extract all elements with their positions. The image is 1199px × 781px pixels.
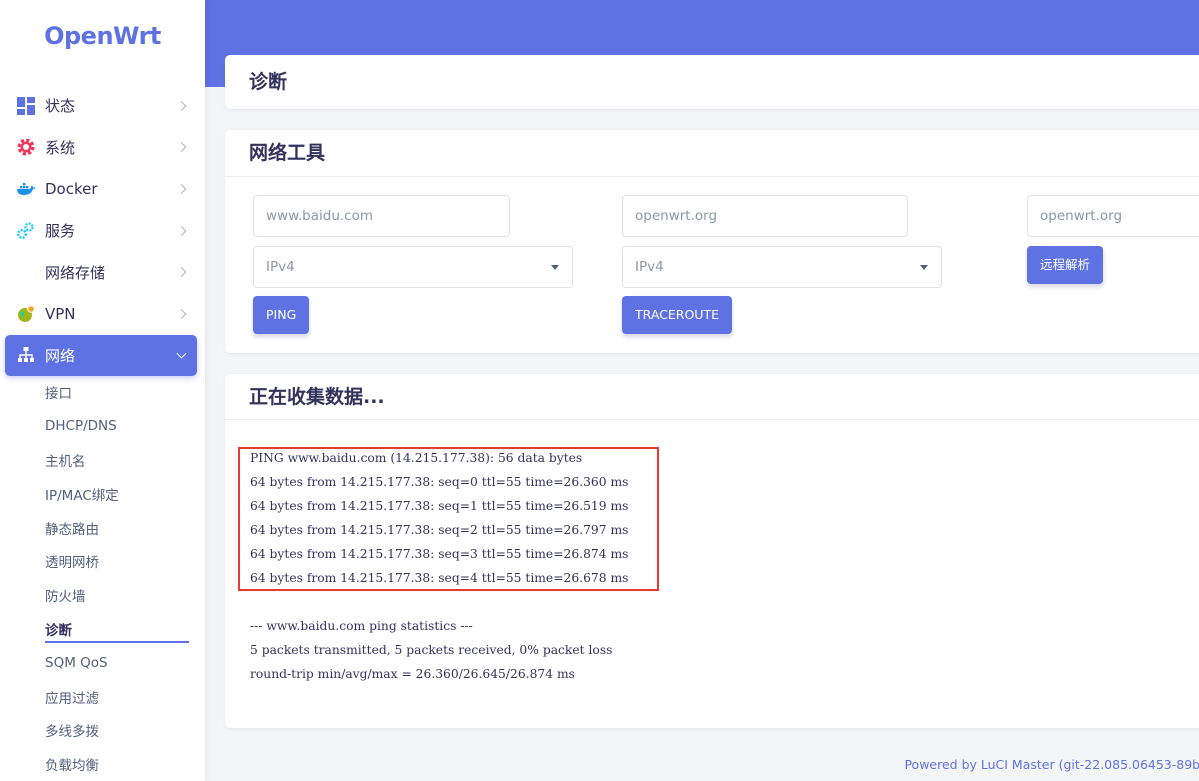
caret-down-icon xyxy=(551,265,559,270)
nslookup-host-input[interactable] xyxy=(1027,195,1199,237)
submenu-item-dhcp-dns[interactable]: DHCP/DNS xyxy=(0,409,205,443)
traceroute-protocol-select[interactable]: IPv4 xyxy=(622,246,942,288)
submenu-item-load-balancing[interactable]: 负载均衡 xyxy=(0,747,205,781)
ping-button[interactable]: PING xyxy=(253,296,310,334)
output-line: 5 packets transmitted, 5 packets receive… xyxy=(250,643,613,657)
submenu-item-multiwan-dial[interactable]: 多线多拨 xyxy=(0,714,205,748)
nslookup-tool: 远程解析 xyxy=(1027,195,1199,284)
globe-icon xyxy=(16,304,36,324)
gear-icon xyxy=(16,137,36,157)
sidebar-item-status[interactable]: 状态 xyxy=(0,85,205,127)
ping-host-input[interactable] xyxy=(253,195,510,237)
result-card: 正在收集数据... PING www.baidu.com (14.215.177… xyxy=(225,374,1199,728)
submenu-item-hostnames[interactable]: 主机名 xyxy=(0,443,205,477)
ping-output: PING www.baidu.com (14.215.177.38): 56 d… xyxy=(250,446,628,686)
network-tools-card: 网络工具 IPv4 PING IPv4 TRACEROUTE 远程解析 xyxy=(225,130,1199,353)
submenu-item-diagnostics[interactable]: 诊断 xyxy=(0,612,205,646)
puzzle-icon xyxy=(16,221,36,241)
sidebar-item-vpn[interactable]: VPN xyxy=(0,293,205,335)
sidebar-item-nas[interactable]: 网络存储 xyxy=(0,251,205,293)
submenu-item-sqm-qos[interactable]: SQM QoS xyxy=(0,646,205,680)
output-line: PING www.baidu.com (14.215.177.38): 56 d… xyxy=(250,451,583,465)
section-title: 网络工具 xyxy=(249,142,326,164)
traceroute-tool: IPv4 TRACEROUTE xyxy=(622,195,942,334)
output-line: round-trip min/avg/max = 26.360/26.645/2… xyxy=(250,667,575,681)
result-title: 正在收集数据... xyxy=(249,386,385,408)
traceroute-protocol-value: IPv4 xyxy=(635,259,664,275)
network-submenu: 接口 DHCP/DNS 主机名 IP/MAC绑定 静态路由 透明网桥 防火墙 诊… xyxy=(0,376,205,781)
sidebar-item-services[interactable]: 服务 xyxy=(0,210,205,252)
openwrt-logo[interactable]: OpenWrt xyxy=(0,22,205,50)
submenu-item-interfaces[interactable]: 接口 xyxy=(0,376,205,410)
output-line: 64 bytes from 14.215.177.38: seq=3 ttl=5… xyxy=(250,547,629,561)
sidebar-item-label: 网络 xyxy=(45,346,76,365)
footer-powered-by[interactable]: Powered by LuCI Master (git-22.085.06453… xyxy=(904,757,1199,772)
output-line: 64 bytes from 14.215.177.38: seq=0 ttl=5… xyxy=(250,475,629,489)
traceroute-host-input[interactable] xyxy=(622,195,908,237)
sidebar-item-system[interactable]: 系统 xyxy=(0,127,205,169)
sidebar-item-docker[interactable]: Docker xyxy=(0,168,205,210)
docker-icon xyxy=(16,179,36,199)
sidebar-item-network[interactable]: 网络 xyxy=(5,334,197,376)
submenu-item-firewall[interactable]: 防火墙 xyxy=(0,578,205,612)
submenu-item-app-filter[interactable]: 应用过滤 xyxy=(0,680,205,714)
output-line: --- www.baidu.com ping statistics --- xyxy=(250,619,473,633)
ping-protocol-value: IPv4 xyxy=(266,259,295,275)
output-line: 64 bytes from 14.215.177.38: seq=2 ttl=5… xyxy=(250,523,629,537)
page-title: 诊断 xyxy=(249,71,288,93)
submenu-item-static-routes[interactable]: 静态路由 xyxy=(0,511,205,545)
nslookup-button[interactable]: 远程解析 xyxy=(1027,246,1104,284)
output-line: 64 bytes from 14.215.177.38: seq=4 ttl=5… xyxy=(250,571,629,585)
network-icon xyxy=(16,345,36,365)
submenu-item-transparent-bridge[interactable]: 透明网桥 xyxy=(0,545,205,579)
ping-protocol-select[interactable]: IPv4 xyxy=(253,246,573,288)
sidebar-menu: 状态 系统 Docker 服务 网络存储 VPN 网络 接口 DHCP/DNS … xyxy=(0,85,205,781)
output-line: 64 bytes from 14.215.177.38: seq=1 ttl=5… xyxy=(250,499,629,513)
caret-down-icon xyxy=(920,265,928,270)
sidebar: OpenWrt 状态 系统 Docker 服务 网络存储 VPN 网络 接口 D… xyxy=(0,0,205,781)
ping-tool: IPv4 PING xyxy=(253,195,573,334)
submenu-item-ip-mac-binding[interactable]: IP/MAC绑定 xyxy=(0,477,205,511)
traceroute-button[interactable]: TRACEROUTE xyxy=(622,296,732,334)
page-title-card: 诊断 xyxy=(225,55,1199,109)
dashboard-icon xyxy=(16,96,36,116)
